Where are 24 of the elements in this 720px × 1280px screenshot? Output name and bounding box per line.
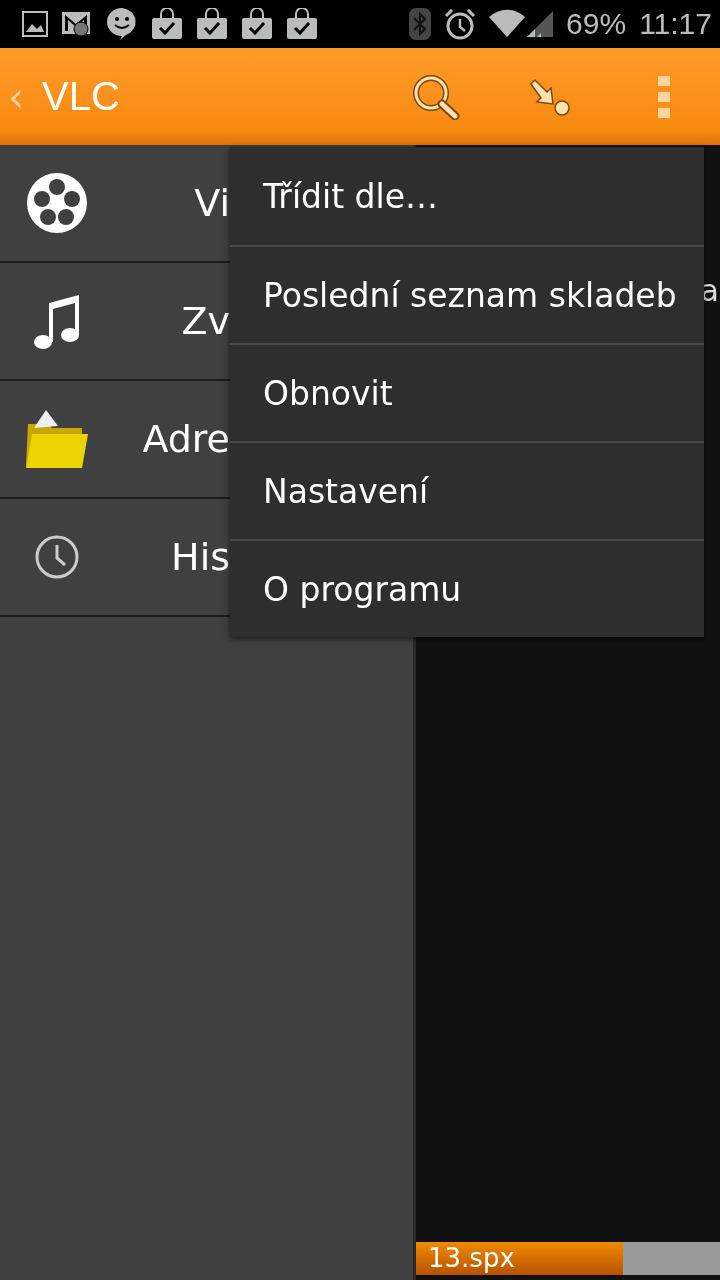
chat-icon [106, 7, 138, 41]
menu-item[interactable]: Poslední seznam skladeb [230, 245, 704, 343]
shopping-bag-icon [151, 8, 183, 40]
picture-icon [22, 11, 48, 37]
mini-player[interactable]: 13.spx [416, 1242, 720, 1275]
menu-item[interactable]: Obnovit [230, 343, 704, 441]
alarm-icon [444, 8, 477, 40]
menu-item[interactable]: Nastavení [230, 441, 704, 539]
shopping-bag-icon [241, 8, 273, 40]
clock-icon [34, 534, 80, 580]
bluetooth-icon [409, 8, 432, 40]
track-title: 13.spx [428, 1242, 515, 1275]
app-title: VLC [42, 74, 120, 119]
more-icon [658, 75, 670, 118]
clock-time: 11:17 [639, 7, 712, 41]
shopping-bag-icon [286, 8, 318, 40]
mail-icon [61, 10, 93, 38]
folder-icon [24, 408, 90, 470]
signal-icon [489, 9, 554, 39]
shopping-bag-icon [196, 8, 228, 40]
search-icon [412, 73, 460, 120]
battery-percentage: 69% [566, 7, 627, 41]
menu-item[interactable]: O programu [230, 539, 704, 637]
film-reel-icon [26, 172, 88, 234]
